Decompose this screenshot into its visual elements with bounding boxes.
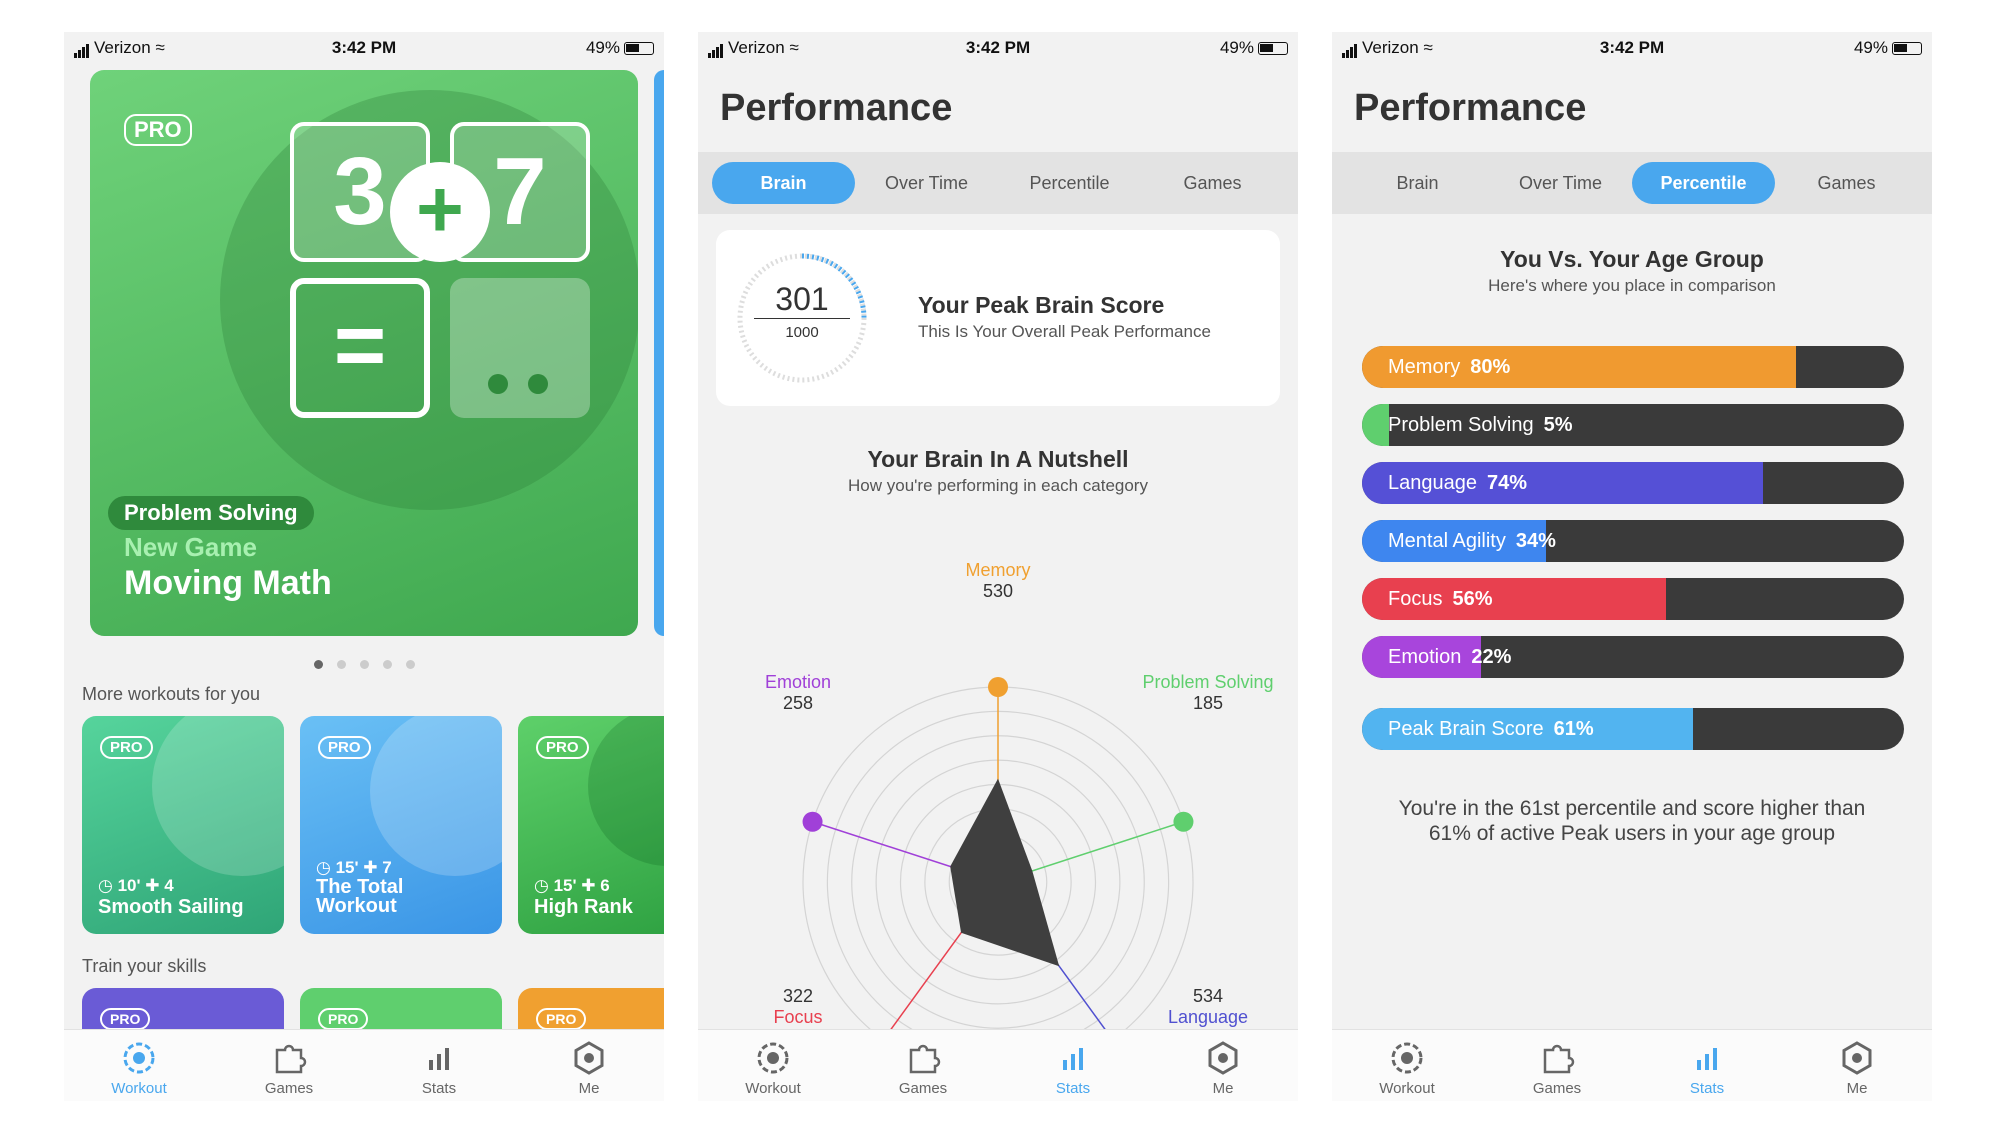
radar-label-language: 534 Language <box>1167 986 1249 1027</box>
skill-tag: Problem Solving <box>108 496 314 530</box>
hero-subtitle: New Game <box>124 532 257 562</box>
tab-stats[interactable]: Stats <box>364 1030 514 1101</box>
workout-card[interactable]: PRO ◷ 15' ✚ 6 High Rank <box>518 716 664 934</box>
hexagon-icon <box>574 1041 604 1075</box>
battery-icon <box>624 42 654 56</box>
pro-badge: PRO <box>536 736 589 759</box>
radar-label-emotion: Emotion 258 <box>764 672 832 713</box>
performance-percentile-screen: Verizon ≈ 3:42 PM 49% Performance Brain … <box>1332 32 1932 1101</box>
radar-label-memory: Memory 530 <box>965 560 1031 601</box>
percentile-bar: Problem Solving 5% <box>1362 404 1904 446</box>
pro-badge: PRO <box>536 1008 587 1030</box>
radar-label-focus: 322 Focus <box>773 986 823 1027</box>
pro-badge: PRO <box>100 736 153 759</box>
tab-me[interactable]: Me <box>1148 1030 1298 1101</box>
card-title: The Total Workout <box>316 876 404 917</box>
percentile-bar: Focus 56% <box>1362 578 1904 620</box>
tab-bar: Workout Games Stats Me <box>698 1029 1298 1101</box>
clock-icon: ◷ <box>316 858 331 877</box>
segment-control: Brain Over Time Percentile Games <box>1332 152 1932 214</box>
train-skills-label: Train your skills <box>82 956 207 976</box>
hexagon-icon <box>1842 1041 1872 1075</box>
hexagon-icon <box>1208 1041 1238 1075</box>
tab-stats[interactable]: Stats <box>998 1030 1148 1101</box>
status-bar: Verizon ≈ 3:42 PM 49% <box>64 32 664 64</box>
puzzle-icon <box>1543 1044 1575 1074</box>
age-group-sub: Here's where you place in comparison <box>1488 276 1776 295</box>
percentile-bar: Emotion 22% <box>1362 636 1904 678</box>
card-title: High Rank <box>534 896 633 918</box>
tab-workout[interactable]: Workout <box>698 1030 848 1101</box>
pro-badge: PRO <box>318 1008 369 1030</box>
workout-card[interactable]: PRO ◷ 10' ✚ 4 Smooth Sailing <box>82 716 284 934</box>
page-title: Performance <box>1354 87 1587 129</box>
percentile-bar: Mental Agility 34% <box>1362 520 1904 562</box>
card-meta: ◷ 10' ✚ 4 <box>98 876 174 895</box>
tab-games[interactable]: Games <box>1482 1030 1632 1101</box>
workout-icon <box>757 1042 789 1074</box>
next-card-peek[interactable] <box>654 70 664 636</box>
pro-badge: PRO <box>318 736 371 759</box>
brain-score-polygon <box>950 778 1060 967</box>
answer-tile <box>450 278 590 418</box>
tab-bar: Workout Games Stats Me <box>1332 1029 1932 1101</box>
card-title: Smooth Sailing <box>98 896 244 918</box>
radar-point <box>1173 811 1194 832</box>
segment-percentile[interactable]: Percentile <box>1632 162 1775 204</box>
battery-label: 49% <box>585 38 620 57</box>
plus-icon: + <box>390 162 490 262</box>
percentile-bar: Memory 80% <box>1362 346 1904 388</box>
clock: 3:42 PM <box>331 38 397 57</box>
peak-brain-score-bar: Peak Brain Score 61% <box>1362 708 1904 750</box>
segment-over-time[interactable]: Over Time <box>1489 162 1632 204</box>
equals-tile: = <box>290 278 430 418</box>
card-meta: ◷ 15' ✚ 6 <box>534 876 610 895</box>
radar-point <box>802 811 823 832</box>
battery-icon <box>1892 42 1922 56</box>
status-bar: Verizon ≈ 3:42 PM 49% <box>1332 32 1932 64</box>
puzzle-icon <box>909 1044 941 1074</box>
pro-badge: PRO <box>124 114 192 146</box>
pro-badge: PRO <box>100 1008 151 1030</box>
tab-me[interactable]: Me <box>514 1030 664 1101</box>
tab-workout[interactable]: Workout <box>64 1030 214 1101</box>
tab-games[interactable]: Games <box>848 1030 998 1101</box>
workout-icon <box>123 1042 155 1074</box>
clock-icon: ◷ <box>98 876 113 895</box>
radar-point <box>988 677 1008 697</box>
workout-screen: Verizon ≈ 3:42 PM 49% PRO 3 7 + = Proble… <box>64 32 664 1101</box>
radar-label-problem-solving: Problem Solving 185 <box>1142 672 1274 713</box>
battery-label: 49% <box>1853 38 1888 57</box>
stats-icon <box>429 1048 449 1070</box>
workout-icon <box>1391 1042 1423 1074</box>
stats-icon <box>1697 1048 1717 1070</box>
percentile-summary: You're in the 61st percentile and score … <box>1398 797 1866 845</box>
segment-brain[interactable]: Brain <box>1346 162 1489 204</box>
hero-title: Moving Math <box>124 564 332 602</box>
percentile-bar: Language 74% <box>1362 462 1904 504</box>
card-meta: ◷ 15' ✚ 7 <box>316 858 392 877</box>
segment-games[interactable]: Games <box>1775 162 1918 204</box>
page-dots[interactable] <box>64 656 664 674</box>
clock: 3:42 PM <box>1599 38 1665 57</box>
tab-games[interactable]: Games <box>214 1030 364 1101</box>
bar-fill <box>1362 404 1390 446</box>
stats-icon <box>1063 1048 1083 1070</box>
featured-game-card[interactable]: PRO 3 7 + = Problem Solving New Game Mov… <box>90 70 638 636</box>
workout-card[interactable]: PRO ◷ 15' ✚ 7 The Total Workout <box>300 716 502 934</box>
more-workouts-label: More workouts for you <box>82 684 261 704</box>
tab-me[interactable]: Me <box>1782 1030 1932 1101</box>
age-group-heading: You Vs. Your Age Group <box>1500 246 1764 272</box>
tab-bar: Workout Games Stats Me <box>64 1029 664 1101</box>
clock-icon: ◷ <box>534 876 549 895</box>
tab-workout[interactable]: Workout <box>1332 1030 1482 1101</box>
puzzle-icon <box>275 1044 307 1074</box>
tab-stats[interactable]: Stats <box>1632 1030 1782 1101</box>
radar-chart <box>802 677 1194 1029</box>
performance-brain-screen: Verizon ≈ 3:42 PM 49% Performance Brain … <box>698 32 1298 1101</box>
